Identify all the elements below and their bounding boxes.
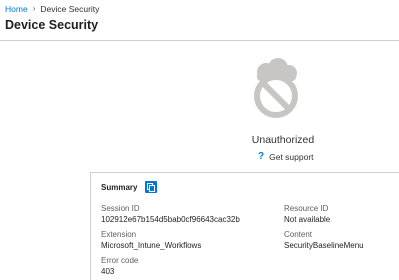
status-title: Unauthorized: [251, 134, 315, 146]
help-icon: ?: [258, 151, 265, 162]
get-support-label: Get support: [269, 152, 314, 162]
get-support-link[interactable]: ? Get support: [258, 151, 314, 163]
resource-id-value: Not available: [284, 215, 331, 224]
content-value: SecurityBaselineMenu: [284, 241, 364, 250]
breadcrumb-home-link[interactable]: Home: [5, 3, 28, 15]
summary-title: Summary: [101, 182, 138, 192]
breadcrumb-current: Device Security: [40, 4, 100, 14]
summary-header: Summary: [101, 181, 158, 193]
breadcrumb: Home › Device Security: [5, 3, 99, 15]
session-id-field: Session ID 102912e67b154d5bab0cf96643cac…: [101, 204, 240, 225]
extension-field: Extension Microsoft_Intune_Workflows: [101, 230, 201, 251]
error-code-label: Error code: [101, 256, 139, 265]
summary-card: Summary Session ID 102912e67b154d5bab0cf…: [90, 172, 399, 280]
error-code-value: 403: [101, 267, 115, 276]
page-title: Device Security: [5, 18, 99, 32]
resource-id-field: Resource ID Not available: [284, 204, 330, 225]
session-id-value: 102912e67b154d5bab0cf96643cac32b: [101, 215, 240, 224]
content-label: Content: [284, 230, 313, 239]
copy-button[interactable]: [145, 181, 158, 193]
extension-label: Extension: [101, 230, 137, 239]
resource-id-label: Resource ID: [284, 204, 329, 213]
content-field: Content SecurityBaselineMenu: [284, 230, 364, 251]
copy-icon: [147, 182, 156, 192]
session-id-label: Session ID: [101, 204, 140, 213]
chevron-right-icon: ›: [32, 4, 36, 13]
cloud-blocked-icon: [248, 58, 306, 120]
error-code-field: Error code 403: [101, 256, 138, 277]
left-panel: [0, 41, 90, 280]
extension-value: Microsoft_Intune_Workflows: [101, 241, 202, 250]
